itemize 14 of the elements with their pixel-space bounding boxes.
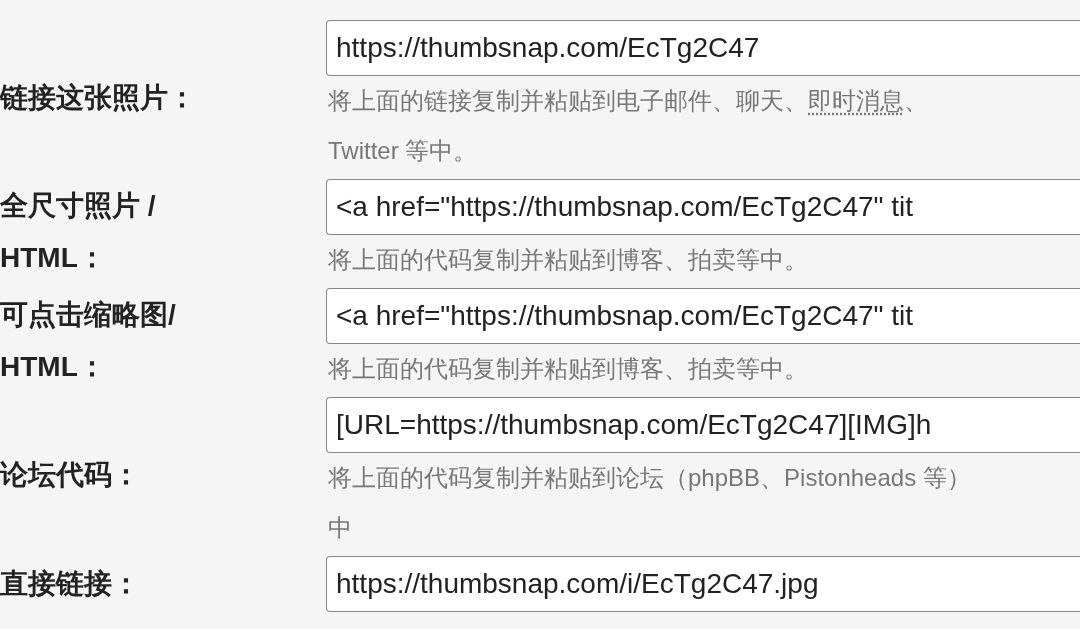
help-text: 将上面的代码复制并粘贴到论坛（phpBB、Pistonheads 等）中 [327,463,972,543]
field-label: 全尺寸照片 / HTML： [0,189,157,275]
link-field[interactable]: <a href="https://thumbsnap.com/EcTg2C47" tit [326,288,1080,344]
field-label: 链接这张照片： [0,81,197,115]
field-label: 直接链接： [0,567,141,601]
field-label: 可点击缩略图/ HTML： [0,298,177,384]
link-field[interactable]: https://thumbsnap.com/EcTg2C47 [326,20,1080,76]
help-text: 将上面的代码复制并粘贴到博客、拍卖等中。 [327,354,809,384]
link-field[interactable]: [URL=https://thumbsnap.com/EcTg2C47][IMG]h [326,397,1080,453]
help-text: 将上面的链接复制并粘贴到电子邮件、聊天、即时消息、Twitter 等中。 [327,86,929,166]
link-field[interactable]: <a href="https://thumbsnap.com/EcTg2C47" tit [326,179,1080,235]
field-label: 论坛代码： [0,458,141,492]
link-field[interactable]: https://thumbsnap.com/i/EcTg2C47.jpg [326,556,1080,612]
help-text: 将上面的代码复制并粘贴到博客、拍卖等中。 [327,245,809,275]
